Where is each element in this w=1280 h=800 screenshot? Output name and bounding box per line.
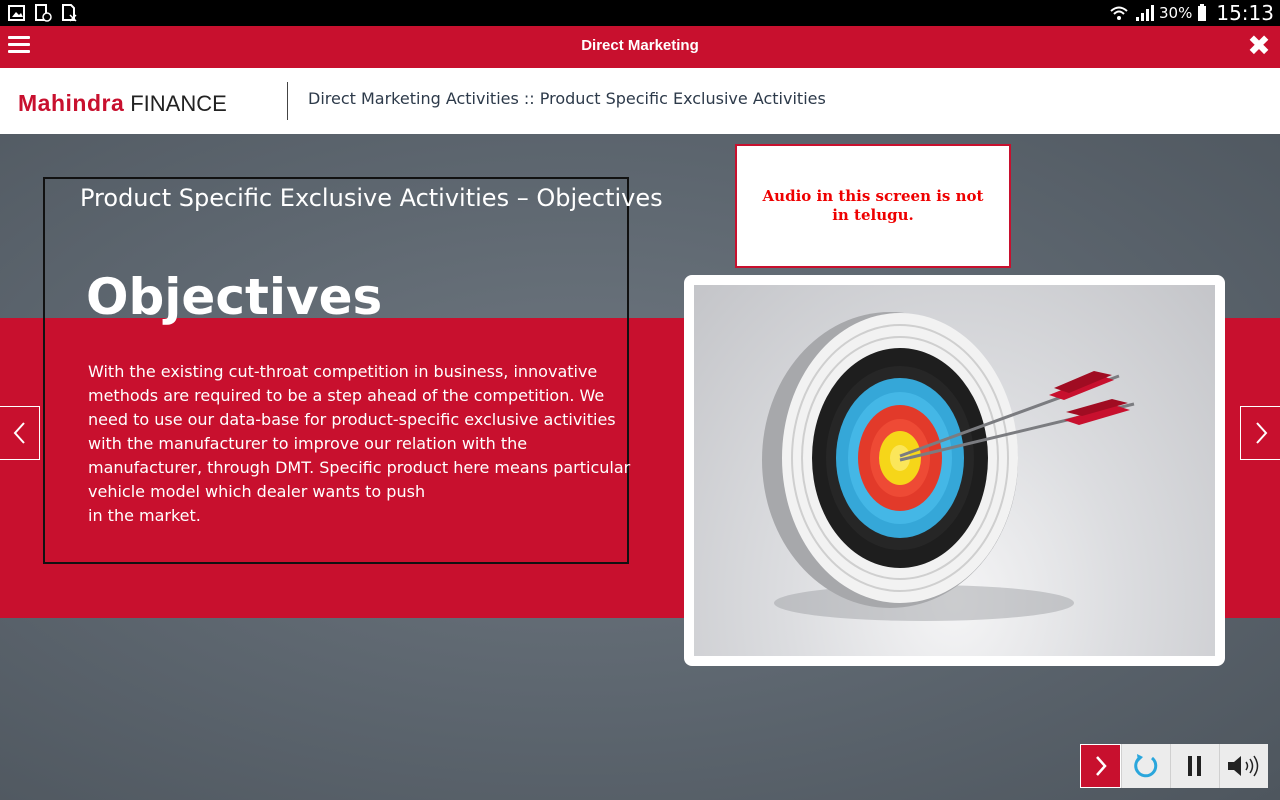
- objectives-body: With the existing cut-throat competition…: [88, 362, 631, 525]
- objectives-heading: Objectives: [86, 268, 383, 326]
- close-icon[interactable]: ✖: [1246, 32, 1272, 60]
- chevron-right-icon: [1255, 422, 1267, 444]
- chevron-left-icon: [13, 422, 25, 444]
- volume-button[interactable]: [1219, 744, 1268, 788]
- archery-target-illustration: [762, 312, 1135, 621]
- next-button[interactable]: [1080, 744, 1121, 788]
- mahindra-finance-logo: Mahindra FINANCE: [18, 90, 227, 117]
- pause-button[interactable]: [1170, 744, 1219, 788]
- clock: 15:13: [1216, 1, 1274, 25]
- status-bar: 30% 15:13: [0, 0, 1280, 26]
- target-image: [694, 285, 1215, 656]
- battery-icon: [1198, 4, 1207, 21]
- breadcrumb: Direct Marketing Activities :: Product S…: [308, 89, 826, 108]
- logo-secondary: FINANCE: [130, 91, 227, 116]
- gallery-notification-icon: [8, 5, 25, 21]
- app-header: Direct Marketing ✖: [0, 26, 1280, 68]
- replay-icon: [1134, 754, 1158, 778]
- audio-notice-text: Audio in this screen is not in telugu.: [762, 187, 984, 224]
- image-frame: [684, 275, 1225, 666]
- sim-notification-icon: [62, 4, 77, 22]
- brand-bar: Mahindra FINANCE Direct Marketing Activi…: [0, 68, 1280, 134]
- wifi-icon: [1110, 6, 1128, 20]
- brand-divider: [287, 82, 288, 120]
- chevron-right-icon: [1095, 756, 1107, 776]
- volume-icon: [1228, 755, 1259, 777]
- logo-primary: Mahindra: [18, 90, 125, 116]
- audio-notice: Audio in this screen is not in telugu.: [735, 144, 1011, 268]
- replay-button[interactable]: [1121, 744, 1170, 788]
- next-slide-button[interactable]: [1240, 406, 1280, 460]
- signal-icon: [1136, 5, 1155, 21]
- app-title: Direct Marketing: [581, 37, 699, 54]
- battery-percentage: 30%: [1159, 4, 1193, 22]
- player-controls: [1080, 744, 1268, 788]
- pause-icon: [1188, 756, 1201, 776]
- previous-slide-button[interactable]: [0, 406, 40, 460]
- device-notification-icon: [35, 4, 52, 22]
- slide-title: Product Specific Exclusive Activities – …: [80, 184, 663, 212]
- slide-stage: Product Specific Exclusive Activities – …: [0, 134, 1280, 800]
